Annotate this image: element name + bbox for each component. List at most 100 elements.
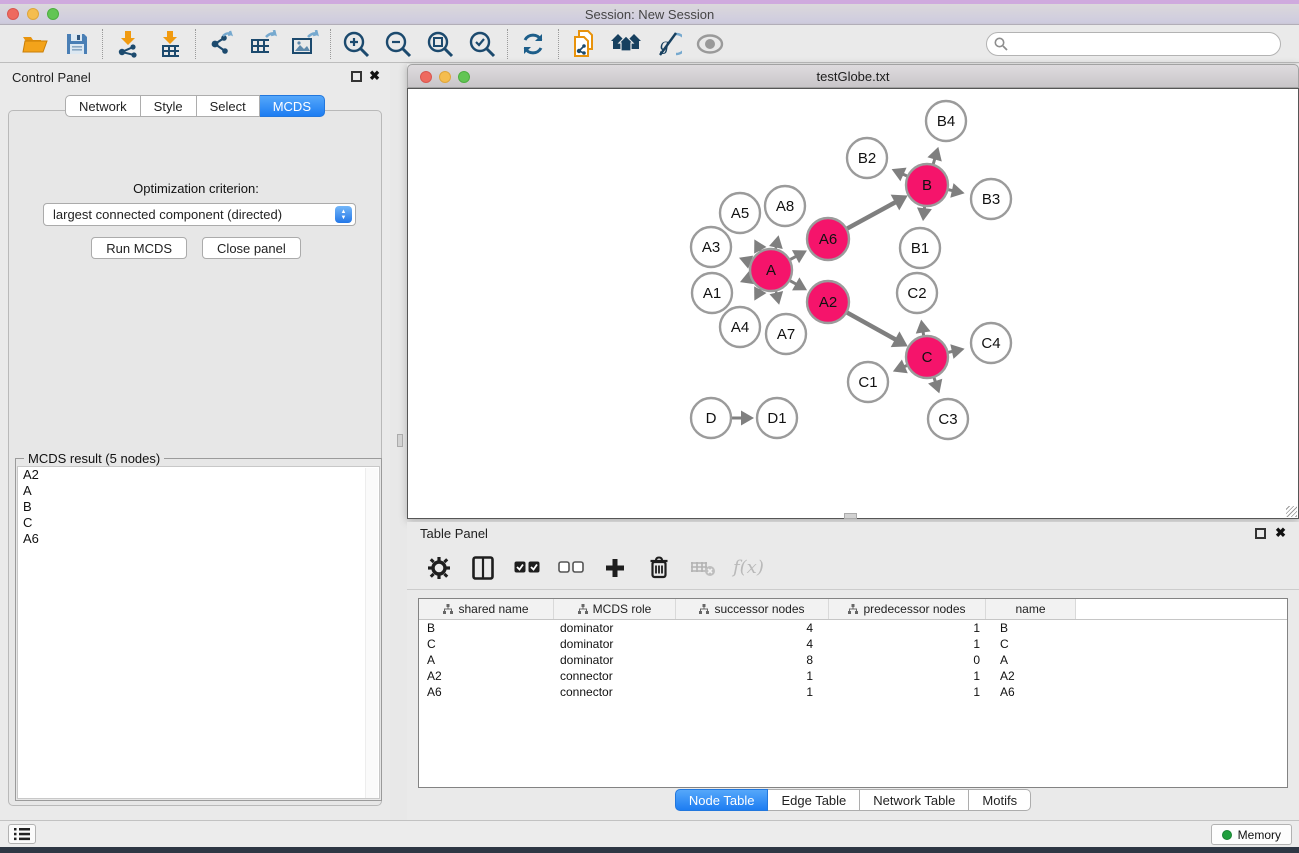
close-network-window-button[interactable] <box>420 71 432 83</box>
column-header-successor-nodes[interactable]: successor nodes <box>676 599 829 619</box>
tab-mcds[interactable]: MCDS <box>260 95 325 117</box>
tab-edge-table[interactable]: Edge Table <box>768 789 860 811</box>
close-table-panel-icon[interactable]: ✖ <box>1275 525 1286 541</box>
graph-node-label: D1 <box>767 410 786 427</box>
clone-network-icon[interactable] <box>568 28 600 60</box>
search-icon <box>994 37 1008 51</box>
float-table-panel-icon[interactable] <box>1255 528 1266 539</box>
optimization-criterion-value: largest connected component (directed) <box>53 207 282 222</box>
table-cell: B <box>419 621 554 635</box>
close-panel-button[interactable]: Close panel <box>202 237 301 259</box>
zoom-out-icon[interactable] <box>382 28 414 60</box>
float-panel-icon[interactable] <box>351 71 362 82</box>
search-input[interactable] <box>986 32 1281 56</box>
split-columns-icon[interactable] <box>469 554 497 582</box>
network-graph: B4B2BB3A8A5A6A3B1AA1C2A2A4A7C4CC1DD1C3 <box>408 89 1298 518</box>
tab-network[interactable]: Network <box>65 95 141 117</box>
minimize-window-button[interactable] <box>27 8 39 20</box>
hierarchy-column-icon <box>443 604 453 614</box>
tab-select[interactable]: Select <box>197 95 260 117</box>
graph-node-label: A3 <box>702 239 720 256</box>
graph-node-label: C3 <box>938 411 957 428</box>
task-history-button[interactable] <box>8 824 36 844</box>
node-table-header: shared nameMCDS rolesuccessor nodesprede… <box>419 599 1287 620</box>
refresh-view-icon[interactable] <box>517 28 549 60</box>
main-titlebar: Session: New Session <box>0 4 1299 25</box>
optimization-criterion-label: Optimization criterion: <box>9 181 383 196</box>
zoom-window-button[interactable] <box>47 8 59 20</box>
column-header-name[interactable]: name <box>986 599 1076 619</box>
memory-button[interactable]: Memory <box>1211 824 1292 845</box>
table-cell: dominator <box>554 621 676 635</box>
mcds-result-item[interactable]: A <box>18 483 379 499</box>
table-panel-title: Table Panel <box>420 526 488 541</box>
column-header-MCDS-role[interactable]: MCDS role <box>554 599 676 619</box>
edge-A-A2[interactable] <box>789 280 796 284</box>
column-header-predecessor-nodes[interactable]: predecessor nodes <box>829 599 986 619</box>
tab-network-table[interactable]: Network Table <box>860 789 969 811</box>
save-session-icon[interactable] <box>61 28 93 60</box>
graph-node-label: B2 <box>858 150 876 167</box>
table-cell: connector <box>554 685 676 699</box>
table-row[interactable]: Cdominator41C <box>419 636 1287 652</box>
network-window-titlebar[interactable]: testGlobe.txt <box>407 64 1299 88</box>
minimize-network-window-button[interactable] <box>439 71 451 83</box>
mcds-result-item[interactable]: B <box>18 499 379 515</box>
settings-gear-icon[interactable] <box>425 554 453 582</box>
control-panel: Control Panel ✖ Optimization criterion: … <box>0 63 390 820</box>
table-cell: dominator <box>554 653 676 667</box>
open-session-icon[interactable] <box>19 28 51 60</box>
split-pane-handle-vertical[interactable] <box>397 434 403 447</box>
table-row[interactable]: Adominator80A <box>419 652 1287 668</box>
table-row[interactable]: A6connector11A6 <box>419 684 1287 700</box>
result-list-scrollbar[interactable] <box>365 468 378 799</box>
table-cell: connector <box>554 669 676 683</box>
table-cell: 1 <box>829 669 986 683</box>
run-mcds-button[interactable]: Run MCDS <box>91 237 187 259</box>
table-row[interactable]: A2connector11A2 <box>419 668 1287 684</box>
export-network-icon[interactable] <box>205 28 237 60</box>
tab-style[interactable]: Style <box>141 95 197 117</box>
graph-node-label: A6 <box>819 231 837 248</box>
export-table-icon[interactable] <box>247 28 279 60</box>
delete-column-icon[interactable] <box>645 554 673 582</box>
close-window-button[interactable] <box>7 8 19 20</box>
table-row[interactable]: Bdominator41B <box>419 620 1287 636</box>
node-table[interactable]: shared nameMCDS rolesuccessor nodesprede… <box>418 598 1288 788</box>
mcds-result-item[interactable]: A2 <box>18 467 379 483</box>
zoom-fit-icon[interactable] <box>424 28 456 60</box>
window-resize-grip[interactable] <box>1286 506 1297 517</box>
zoom-selected-icon[interactable] <box>466 28 498 60</box>
import-network-icon[interactable] <box>112 28 144 60</box>
hide-graphics-details-icon[interactable]: g <box>652 28 684 60</box>
show-hide-panel-eye-icon[interactable] <box>694 28 726 60</box>
split-pane-handle-horizontal[interactable] <box>844 513 857 519</box>
mcds-result-list[interactable]: A2ABCA6 <box>17 466 380 799</box>
zoom-in-icon[interactable] <box>340 28 372 60</box>
mcds-result-title: MCDS result (5 nodes) <box>24 451 164 466</box>
zoom-network-window-button[interactable] <box>458 71 470 83</box>
home-layout-icon[interactable] <box>610 28 642 60</box>
column-header-shared-name[interactable]: shared name <box>419 599 554 619</box>
function-builder-icon[interactable]: f(x) <box>733 557 764 578</box>
window-controls <box>7 8 59 20</box>
tab-node-table[interactable]: Node Table <box>675 789 769 811</box>
add-column-icon[interactable] <box>601 554 629 582</box>
table-cell: A6 <box>986 685 1076 699</box>
optimization-criterion-select[interactable]: largest connected component (directed) ▲… <box>43 203 356 226</box>
export-image-icon[interactable] <box>289 28 321 60</box>
deselect-all-checkboxes-icon[interactable] <box>557 554 585 582</box>
mcds-result-item[interactable]: A6 <box>18 531 379 547</box>
select-stepper-icon: ▲▼ <box>335 206 352 223</box>
edge-A6-B[interactable] <box>846 202 895 229</box>
tab-motifs[interactable]: Motifs <box>969 789 1031 811</box>
close-panel-icon[interactable]: ✖ <box>369 68 380 84</box>
edge-A2-C[interactable] <box>846 312 896 340</box>
table-panel: Table Panel ✖ f(x) <box>407 522 1299 820</box>
edge-arrowhead <box>927 147 941 162</box>
delete-table-icon[interactable] <box>689 554 717 582</box>
import-table-icon[interactable] <box>154 28 186 60</box>
select-all-checkboxes-icon[interactable] <box>513 554 541 582</box>
network-canvas[interactable]: B4B2BB3A8A5A6A3B1AA1C2A2A4A7C4CC1DD1C3 <box>407 88 1299 519</box>
mcds-result-item[interactable]: C <box>18 515 379 531</box>
